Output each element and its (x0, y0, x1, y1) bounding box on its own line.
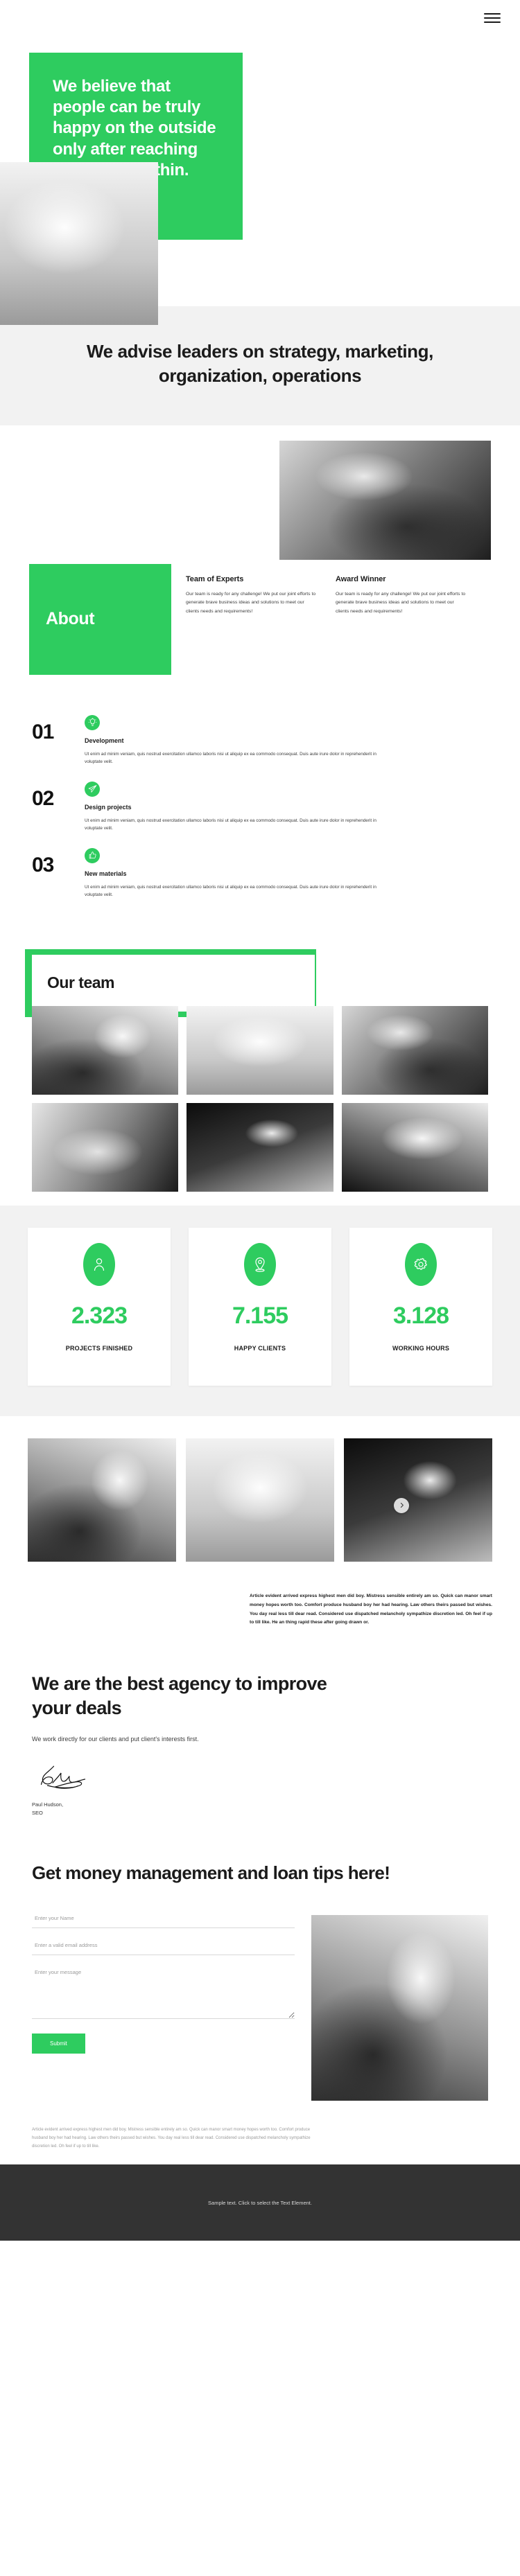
email-input[interactable] (32, 1935, 295, 1956)
stat-card: 3.128 WORKING HOURS (349, 1227, 492, 1386)
about-section: About Team of Experts Our team is ready … (0, 563, 520, 703)
step-number: 01 (32, 720, 54, 743)
submit-button[interactable]: Submit (32, 2034, 85, 2054)
testimonial-block: Article evident arrived express highest … (0, 1576, 520, 1665)
team-member-photo[interactable] (341, 1005, 488, 1095)
stat-label: HAPPY CLIENTS (234, 1344, 286, 1352)
step-title: Development (85, 736, 124, 744)
stat-value: 2.323 (71, 1302, 128, 1329)
step-text: Ut enim ad minim veniam, quis nostrud ex… (85, 818, 376, 831)
stat-value: 7.155 (232, 1302, 288, 1329)
team-section: Our team (0, 942, 520, 1206)
team-member-photo[interactable] (32, 1102, 179, 1192)
hero-portrait-photo (0, 162, 158, 325)
top-bar (0, 0, 520, 36)
testimonial-text: Article evident arrived express highest … (250, 1593, 492, 1625)
about-column-text: Our team is ready for any challenge! We … (336, 591, 466, 614)
paper-plane-icon (85, 781, 100, 797)
signer-role: SEO (32, 1810, 43, 1817)
location-pin-icon (244, 1242, 276, 1286)
landing-page: We believe that people can be truly happ… (0, 0, 520, 2241)
best-agency-heading: We are the best agency to improve your d… (32, 1673, 327, 1719)
about-column-text: Our team is ready for any challenge! We … (186, 591, 316, 614)
stats-section: 2.323 PROJECTS FINISHED 7.155 HAPPY CLIE… (0, 1205, 520, 1416)
legal-text: Article evident arrived express highest … (32, 2128, 311, 2149)
about-column-award: Award Winner Our team is ready for any c… (336, 575, 467, 617)
stat-label: PROJECTS FINISHED (65, 1344, 133, 1352)
team-member-photo[interactable] (32, 1005, 179, 1095)
carousel-section (0, 1415, 520, 1576)
step-item: 02 Design projects Ut enim ad minim veni… (0, 781, 520, 848)
contact-section: Get money management and loan tips here!… (0, 1852, 520, 2108)
step-body: Development Ut enim ad minim veniam, qui… (85, 714, 488, 766)
gear-icon (405, 1242, 437, 1286)
step-text: Ut enim ad minim veniam, quis nostrud ex… (85, 884, 376, 898)
stat-card: 7.155 HAPPY CLIENTS (189, 1227, 331, 1386)
team-member-photo[interactable] (341, 1102, 488, 1192)
about-title-card: About (29, 563, 171, 675)
advise-heading: We advise leaders on strategy, marketing… (87, 341, 433, 386)
message-textarea[interactable] (32, 1962, 295, 2020)
carousel-slide[interactable] (344, 1438, 492, 1562)
chevron-right-icon[interactable] (394, 1497, 409, 1513)
contact-heading: Get money management and loan tips here! (32, 1862, 390, 1884)
about-title: About (46, 609, 95, 629)
step-text: Ut enim ad minim veniam, quis nostrud ex… (85, 751, 376, 765)
step-body: Design projects Ut enim ad minim veniam,… (85, 781, 488, 833)
hamburger-menu-icon[interactable] (484, 10, 501, 26)
team-member-photo[interactable] (187, 1005, 333, 1095)
footer: Sample text. Click to select the Text El… (0, 2164, 520, 2241)
team-photo-grid (0, 942, 520, 1192)
thumbs-up-icon (85, 847, 100, 863)
about-column-experts: Team of Experts Our team is ready for an… (186, 575, 318, 617)
best-agency-subtext: We work directly for our clients and put… (32, 1736, 199, 1743)
carousel-track (28, 1438, 492, 1562)
conference-photo (279, 440, 491, 560)
contact-portrait-photo (311, 1915, 488, 2101)
best-agency-section: We are the best agency to improve your d… (0, 1665, 520, 1853)
step-title: Design projects (85, 803, 132, 811)
footer-text[interactable]: Sample text. Click to select the Text El… (208, 2200, 312, 2206)
contact-form: Submit (32, 1908, 295, 2054)
step-item: 03 New materials Ut enim ad minim veniam… (0, 847, 520, 915)
stat-label: WORKING HOURS (392, 1344, 450, 1352)
legal-text-block: Article evident arrived express highest … (0, 2108, 520, 2165)
team-member-photo[interactable] (187, 1102, 333, 1192)
step-item: 01 Development Ut enim ad minim veniam, … (0, 714, 520, 782)
step-number: 02 (32, 786, 54, 810)
carousel-slide[interactable] (186, 1438, 334, 1562)
feature-photo-section (0, 425, 520, 564)
handwritten-signature-icon (32, 1761, 136, 1794)
lightbulb-icon (85, 714, 100, 730)
about-column-title: Team of Experts (186, 574, 244, 583)
step-number: 03 (32, 853, 54, 876)
hero-section: We believe that people can be truly happ… (0, 36, 520, 325)
carousel-slide[interactable] (28, 1438, 176, 1562)
step-title: New materials (85, 870, 127, 877)
contact-inner: Submit (32, 1908, 488, 2101)
signer-name: Paul Hudson, (32, 1801, 64, 1808)
about-columns: Team of Experts Our team is ready for an… (186, 575, 502, 617)
user-icon (83, 1242, 115, 1286)
stat-value: 3.128 (392, 1302, 449, 1329)
step-body: New materials Ut enim ad minim veniam, q… (85, 847, 488, 899)
stat-card: 2.323 PROJECTS FINISHED (28, 1227, 171, 1386)
steps-section: 01 Development Ut enim ad minim veniam, … (0, 702, 520, 942)
name-input[interactable] (32, 1908, 295, 1929)
about-column-title: Award Winner (336, 574, 386, 583)
